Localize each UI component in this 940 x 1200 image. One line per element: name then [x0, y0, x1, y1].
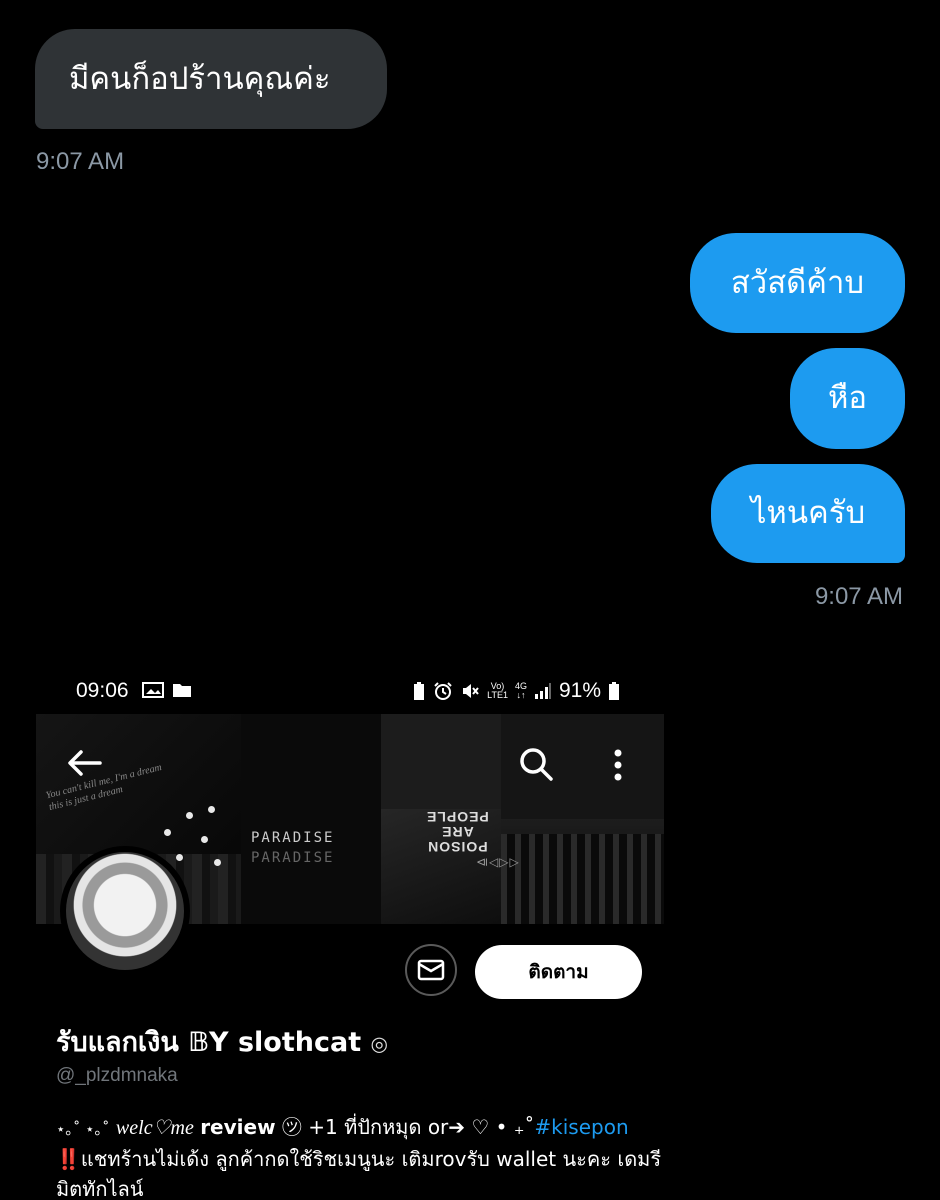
battery-icon [609, 682, 619, 700]
bio-hashtag-link[interactable]: #kisepon [534, 1115, 628, 1139]
received-message-text: มีคนก็อปร้านคุณค่ะ [69, 60, 331, 97]
bio-line-1: ⋆｡˚ ⋆｡˚ welc♡me review ㋡ +1 ที่ปักหมุด o… [56, 1112, 660, 1144]
banner-tile [501, 819, 664, 924]
banner-tile [381, 714, 501, 809]
status-right-icons: Vo) LTE1 4G ↓↑ 91% [412, 679, 620, 703]
poison-line: ARE [441, 824, 474, 840]
profile-display-name: รับแลกเงิน 𝔹Y slothcat ◎ [56, 1020, 388, 1063]
back-arrow-icon [68, 750, 102, 776]
volte-indicator: Vo) LTE1 [487, 682, 508, 700]
battery-percent: 91% [558, 679, 601, 702]
poison-line: PEOPLE [426, 809, 489, 825]
profile-bio: ⋆｡˚ ⋆｡˚ welc♡me review ㋡ +1 ที่ปักหมุด o… [56, 1112, 662, 1200]
paradise-text: PARADISE PARADISE [251, 828, 334, 868]
verified-badge-icon: ◎ [370, 1031, 388, 1056]
bio-line-2-text: แชทร้านไม่เด้ง ลูกค้ากดใช้ริชเมนูนะ เติม… [80, 1147, 662, 1171]
banner-tile [241, 714, 381, 924]
battery-saver-icon [414, 682, 425, 700]
follow-label: ติดตาม [528, 961, 589, 983]
display-name-text: รับแลกเงิน 𝔹Y slothcat [56, 1027, 362, 1058]
status-time: 09:06 [76, 679, 129, 702]
more-options-button[interactable] [612, 748, 624, 786]
received-message-bubble[interactable]: มีคนก็อปร้านคุณค่ะ [35, 29, 387, 129]
received-message-time: 9:07 AM [36, 148, 125, 175]
bio-decoration: ⋆｡˚ ⋆｡˚ [56, 1120, 110, 1138]
people-are-poison-text: POISON ARE PEOPLE [426, 809, 489, 855]
alarm-icon [434, 682, 452, 700]
signal-icon [534, 683, 551, 699]
avatar-image [66, 852, 184, 970]
search-button[interactable] [518, 746, 554, 786]
sent-message-text: หือ [827, 380, 868, 416]
mail-icon [417, 959, 445, 981]
follow-button[interactable]: ติดตาม [475, 945, 642, 999]
paradise-line: PARADISE [251, 830, 335, 846]
back-button[interactable] [66, 748, 102, 782]
sent-message-bubble[interactable]: สวัสดีค้าบ [690, 233, 905, 333]
sent-message-text: ไหนครับ [750, 495, 866, 531]
paradise-line: PARADISE [251, 850, 335, 866]
more-vertical-icon [614, 749, 622, 781]
attached-screenshot[interactable]: 09:06 Vo)LTE1 4G↓↑ 91% You can't kill [36, 668, 664, 1200]
folder-icon [173, 684, 191, 697]
network-4g-indicator: 4G ↓↑ [515, 682, 527, 700]
sent-message-bubble[interactable]: หือ [790, 348, 905, 449]
sent-message-time: 9:07 AM [814, 583, 903, 610]
media-controls-text: ⧏◁▷▷ [476, 855, 520, 869]
data-arrows-icon: ↓↑ [516, 690, 526, 700]
bio-welcome: welc♡me [115, 1117, 194, 1139]
double-exclamation-icon: ‼️ [56, 1147, 81, 1171]
bio-line-3: มิตทักไลน์ [56, 1177, 144, 1200]
bio-line-2: ‼️แชทร้านไม่เด้ง ลูกค้ากดใช้ริชเมนูนะ เต… [56, 1144, 662, 1174]
profile-handle: @_plzdmnaka [56, 1065, 178, 1086]
lte-text: LTE1 [487, 690, 508, 700]
gallery-notification-icon [142, 682, 164, 698]
message-button[interactable] [405, 944, 457, 996]
phone-status-bar: 09:06 Vo) LTE1 4G ↓↑ 91% [36, 668, 664, 714]
poison-line: POISON [427, 839, 488, 855]
mute-icon [463, 684, 479, 698]
profile-avatar[interactable] [60, 846, 190, 976]
status-left-icons [142, 681, 192, 699]
sent-message-bubble[interactable]: ไหนครับ [711, 464, 905, 563]
search-icon [520, 748, 553, 781]
bio-pinned-text: ㋡ +1 ที่ปักหมุด or➔ ♡ • ₊˚ [281, 1115, 535, 1139]
sent-message-text: สวัสดีค้าบ [730, 264, 865, 301]
bio-review: review [200, 1115, 276, 1139]
